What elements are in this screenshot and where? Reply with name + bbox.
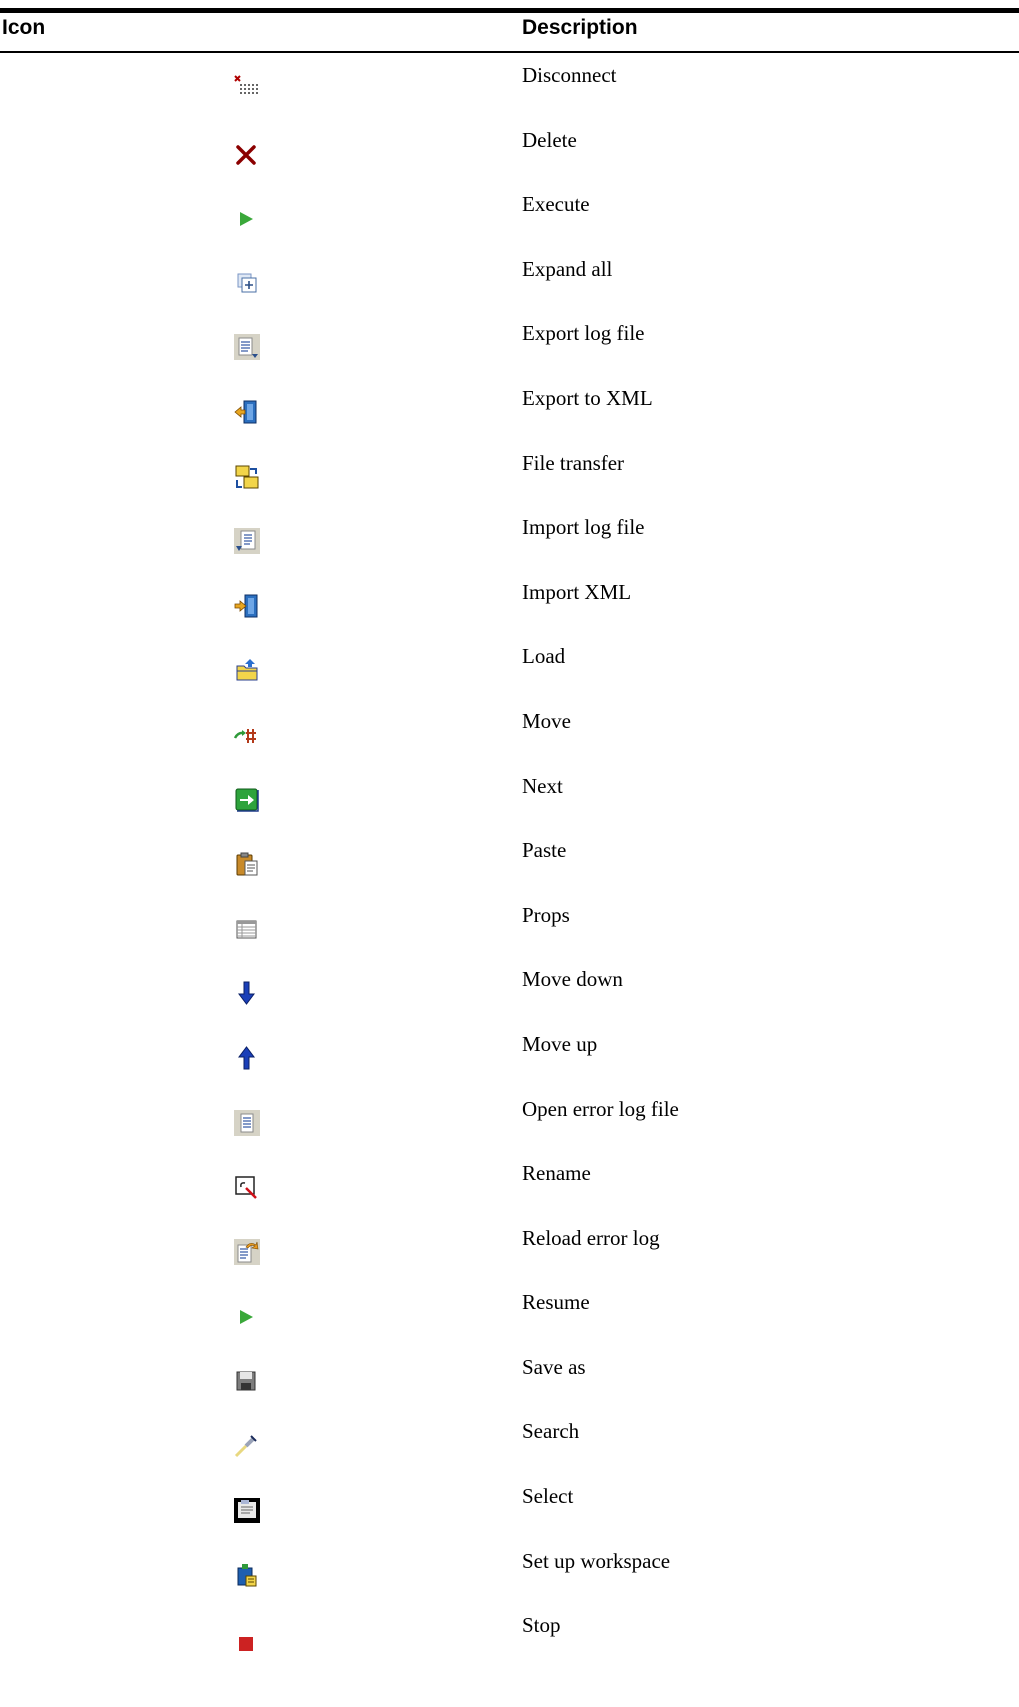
table-row: Export to XML <box>0 376 1019 441</box>
set-up-workspace-icon <box>232 1560 262 1590</box>
row-label: Execute <box>522 192 590 217</box>
table-row: Rename <box>0 1151 1019 1216</box>
rename-icon <box>232 1172 262 1202</box>
row-label: Reload error log <box>522 1225 660 1250</box>
expand-all-icon <box>232 268 262 298</box>
row-label: Save as <box>522 1354 586 1379</box>
row-label: Delete <box>522 127 577 152</box>
table-row: Search <box>0 1409 1019 1474</box>
row-label: Move up <box>522 1031 598 1056</box>
table-row: Open error log file <box>0 1087 1019 1152</box>
table-row: Save as <box>0 1345 1019 1410</box>
execute-icon <box>232 203 262 233</box>
table-row: File transfer <box>0 441 1019 506</box>
move-up-icon <box>232 1043 262 1073</box>
file-transfer-icon <box>232 462 262 492</box>
table-row: Reload error log <box>0 1216 1019 1281</box>
select-icon <box>232 1495 262 1525</box>
row-label: Paste <box>522 838 567 863</box>
table-row: Delete <box>0 118 1019 183</box>
row-label: Search <box>522 1419 580 1444</box>
table-row: Next <box>0 764 1019 829</box>
row-label: Export log file <box>522 321 645 346</box>
import-log-file-icon <box>232 526 262 556</box>
move-icon <box>232 720 262 750</box>
row-label: Move <box>522 708 571 733</box>
row-label: Select <box>522 1484 574 1509</box>
row-label: Move down <box>522 967 623 992</box>
stop-icon <box>232 1624 262 1654</box>
table-row: Load <box>0 634 1019 699</box>
table-row: Import log file <box>0 505 1019 570</box>
row-label: Export to XML <box>522 385 653 410</box>
export-to-xml-icon <box>232 397 262 427</box>
table-row: Disconnect <box>0 53 1019 118</box>
row-label: Resume <box>522 1290 590 1315</box>
table-row: Execute <box>0 182 1019 247</box>
row-label: Disconnect <box>522 63 617 87</box>
table-row: Move <box>0 699 1019 764</box>
column-header-description: Description <box>522 16 638 39</box>
table-row: Expand all <box>0 247 1019 312</box>
save-as-icon <box>232 1366 262 1396</box>
move-down-icon <box>232 978 262 1008</box>
table-row: Select <box>0 1474 1019 1539</box>
table-row: Move up <box>0 1022 1019 1087</box>
resume-icon <box>232 1301 262 1331</box>
row-label: Props <box>522 902 570 927</box>
row-label: Load <box>522 644 566 669</box>
table-row: Paste <box>0 828 1019 893</box>
row-label: Next <box>522 773 563 798</box>
table-row: Stop <box>0 1603 1019 1668</box>
table-row: Resume <box>0 1280 1019 1345</box>
table-body: Disconnect Delete Execute Expand all Exp… <box>0 53 1019 1668</box>
disconnect-icon <box>232 74 262 104</box>
import-xml-icon <box>232 591 262 621</box>
delete-icon <box>232 139 262 169</box>
column-header-icon: Icon <box>2 16 46 39</box>
reload-error-log-icon <box>232 1237 262 1267</box>
top-rule <box>0 8 1019 13</box>
export-log-file-icon <box>232 332 262 362</box>
table-row: Props <box>0 893 1019 958</box>
row-label: Import log file <box>522 515 645 540</box>
paste-icon <box>232 849 262 879</box>
table-row: Import XML <box>0 570 1019 635</box>
table-row: Export log file <box>0 311 1019 376</box>
open-error-log-file-icon <box>232 1108 262 1138</box>
table-row: Move down <box>0 957 1019 1022</box>
row-label: Expand all <box>522 256 613 281</box>
search-icon <box>232 1430 262 1460</box>
row-label: Rename <box>522 1161 591 1186</box>
table-row: Set up workspace <box>0 1539 1019 1604</box>
row-label: Stop <box>522 1613 561 1638</box>
load-icon <box>232 655 262 685</box>
row-label: Set up workspace <box>522 1548 671 1573</box>
row-label: Import XML <box>522 579 632 604</box>
row-label: Open error log file <box>522 1096 679 1121</box>
next-icon <box>232 785 262 815</box>
props-icon <box>232 914 262 944</box>
row-label: File transfer <box>522 450 625 475</box>
